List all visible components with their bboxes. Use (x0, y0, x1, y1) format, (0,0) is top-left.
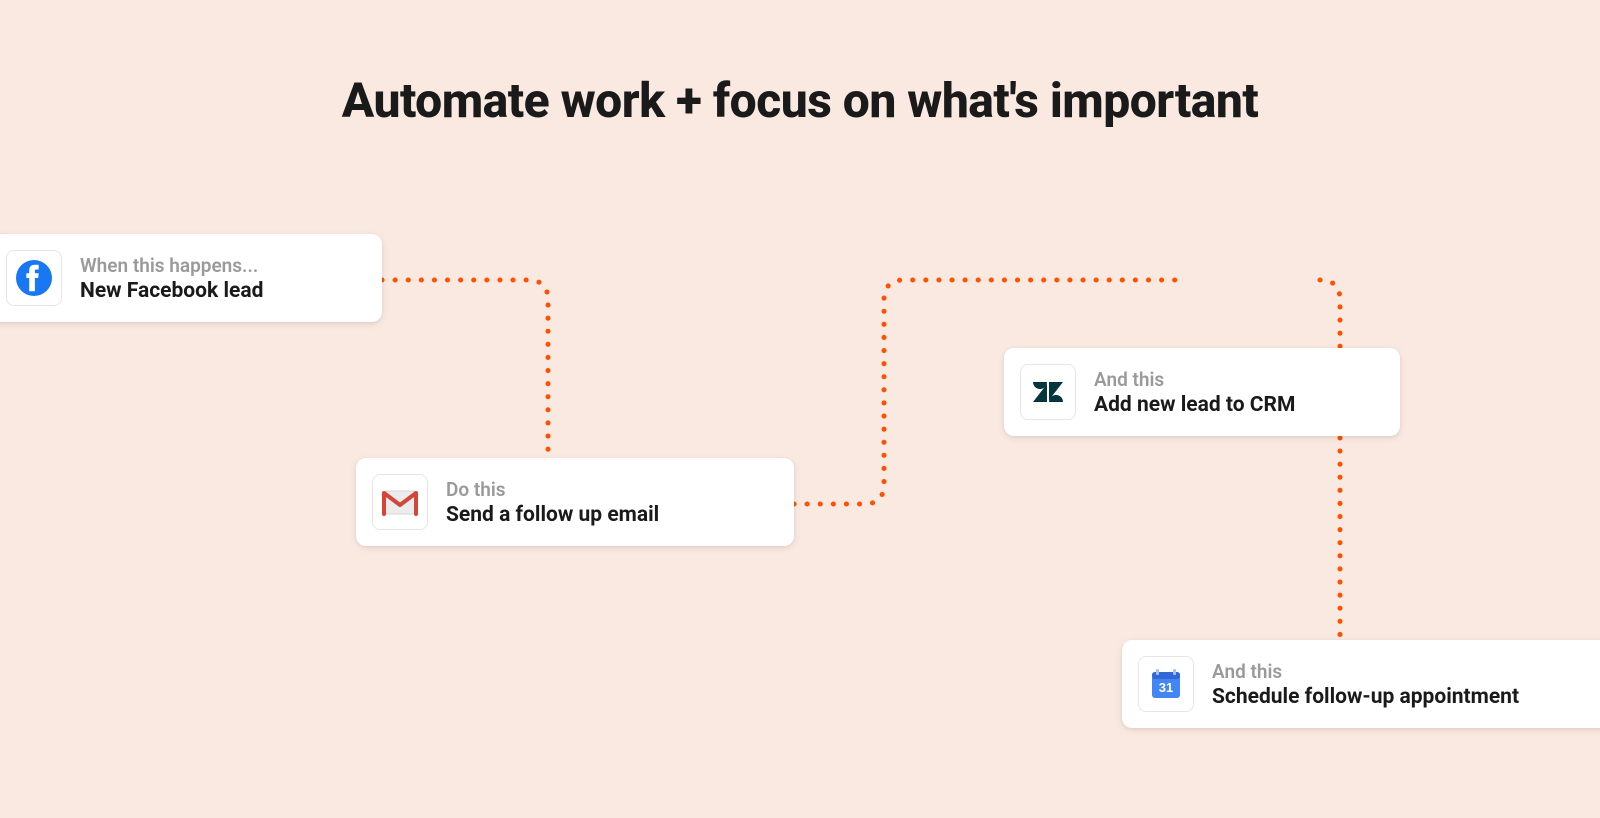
gmail-icon (372, 474, 428, 530)
step-card-trigger[interactable]: When this happens... New Facebook lead (0, 234, 382, 322)
step-card-email[interactable]: Do this Send a follow up email (356, 458, 794, 546)
step-action: New Facebook lead (80, 279, 263, 303)
step-action: Add new lead to CRM (1094, 393, 1295, 417)
svg-text:31: 31 (1159, 680, 1173, 695)
step-action: Schedule follow-up appointment (1212, 685, 1519, 709)
step-subtitle: Do this (446, 478, 659, 501)
step-card-crm[interactable]: And this Add new lead to CRM (1004, 348, 1400, 436)
facebook-icon (6, 250, 62, 306)
step-action: Send a follow up email (446, 503, 659, 527)
step-subtitle: And this (1094, 368, 1295, 391)
step-subtitle: When this happens... (80, 254, 263, 277)
google-calendar-icon: 31 (1138, 656, 1194, 712)
step-subtitle: And this (1212, 660, 1519, 683)
step-card-calendar[interactable]: 31 And this Schedule follow-up appointme… (1122, 640, 1600, 728)
page-title: Automate work + focus on what's importan… (0, 72, 1600, 129)
zendesk-icon (1020, 364, 1076, 420)
